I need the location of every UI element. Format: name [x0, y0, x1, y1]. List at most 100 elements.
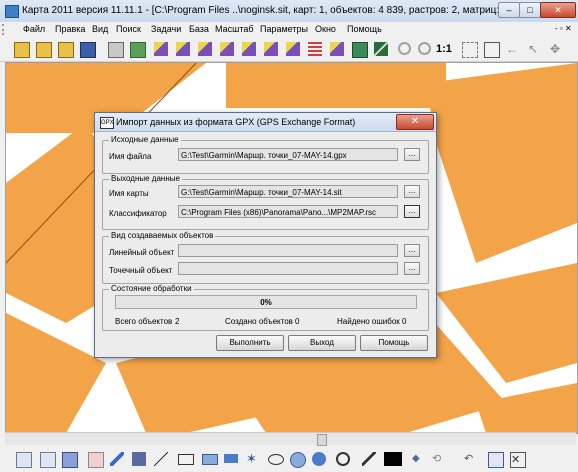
window-title: Карта 2011 версия 11.11.1 - [C:\Program …	[22, 5, 511, 16]
line-object-field[interactable]	[178, 244, 398, 257]
wand-d-icon	[242, 42, 256, 56]
minimize-button[interactable]: –	[498, 2, 520, 18]
arrows-button[interactable]: ◆	[410, 450, 428, 468]
delete-x-icon: ✕	[510, 452, 526, 468]
horizontal-scrollbar[interactable]	[5, 432, 576, 446]
dialog-close-button[interactable]: ✕	[396, 114, 434, 130]
menu-edit[interactable]: Правка	[52, 23, 88, 35]
rectangle-outline-button[interactable]	[176, 450, 194, 468]
menu-scale[interactable]: Масштаб	[212, 23, 257, 35]
pan-icon: ✥	[550, 42, 561, 56]
file-name-field[interactable]: G:\Test\Garmin\Маршр. точки_07-MAY-14.gp…	[178, 148, 398, 161]
circle-blue-button[interactable]	[310, 450, 328, 468]
table-icon	[352, 42, 368, 58]
pencil-icon	[110, 452, 124, 466]
maximize-button[interactable]: □	[519, 2, 541, 18]
file-browse-button[interactable]: ...	[404, 148, 420, 161]
ellipse-outline-button[interactable]	[266, 450, 284, 468]
classifier-browse-button[interactable]: ...	[404, 205, 420, 218]
mdi-window-controls[interactable]: - ▫ ✕	[555, 24, 575, 36]
pencil-button[interactable]	[108, 450, 126, 468]
delete-button[interactable]: ✕	[508, 450, 526, 468]
object-select-e-button[interactable]	[262, 40, 280, 58]
total-objects-label: Всего объектов	[115, 317, 173, 326]
object-select-c-button[interactable]	[218, 40, 236, 58]
pan-button[interactable]: ✥	[548, 40, 566, 58]
zoom-out-button[interactable]	[416, 40, 434, 58]
menu-search[interactable]: Поиск	[113, 23, 144, 35]
map-name-label: Имя карты	[109, 189, 149, 198]
fit-window-button[interactable]	[482, 40, 500, 58]
paste-object-button[interactable]	[38, 450, 56, 468]
object-select-button[interactable]	[152, 40, 170, 58]
line-button[interactable]	[152, 450, 170, 468]
color-swatch-icon	[384, 452, 402, 466]
gpx-import-dialog: GPX Импорт данных из формата GPX (GPS Ex…	[94, 112, 437, 358]
object-select-a-button[interactable]	[174, 40, 192, 58]
save-button[interactable]	[78, 40, 96, 58]
zoom-region-button[interactable]	[460, 40, 478, 58]
target-button[interactable]	[334, 450, 352, 468]
zoom-in-button[interactable]	[396, 40, 414, 58]
menu-parameters[interactable]: Параметры	[257, 23, 311, 35]
rotate-button[interactable]: ⟲	[430, 450, 448, 468]
total-objects-value: 2	[175, 317, 180, 326]
menu-view[interactable]: Вид	[89, 23, 111, 35]
star-icon: ✶	[246, 451, 257, 466]
scrollbar-thumb[interactable]	[317, 434, 327, 446]
color-swatch-button[interactable]	[382, 450, 404, 468]
arrow-left-icon: ←	[506, 42, 518, 56]
created-objects-label: Создано объектов	[225, 317, 293, 326]
transform-button[interactable]	[486, 450, 504, 468]
edit-objects-button[interactable]	[328, 40, 346, 58]
line-object-browse-button[interactable]: ...	[404, 244, 420, 257]
menu-file[interactable]: Файл	[20, 23, 48, 35]
menu-window[interactable]: Окно	[312, 23, 339, 35]
circle-fill-button[interactable]	[288, 450, 306, 468]
object-select-d-button[interactable]	[240, 40, 258, 58]
close-window-button[interactable]: ✕	[540, 2, 576, 18]
table-button[interactable]	[350, 40, 368, 58]
fill-button[interactable]	[130, 450, 148, 468]
rectangle-blue-icon	[224, 454, 238, 463]
point-object-field[interactable]	[178, 262, 398, 275]
rectangle-fill-button[interactable]	[200, 450, 218, 468]
open-map-button[interactable]	[34, 40, 52, 58]
move-icon	[62, 452, 78, 468]
pipette-icon	[362, 452, 376, 466]
lightning-button[interactable]	[372, 40, 390, 58]
eraser-icon	[88, 452, 104, 468]
object-select-f-button[interactable]	[284, 40, 302, 58]
open-layers-button[interactable]	[56, 40, 74, 58]
menu-database[interactable]: База	[186, 23, 212, 35]
rectangle-blue-button[interactable]	[222, 450, 240, 468]
app-icon	[5, 5, 19, 18]
help-button[interactable]: Помощь	[360, 335, 428, 351]
classifier-field[interactable]: C:\Program Files (x86)\Panorama\Pano...\…	[178, 205, 398, 218]
map-browse-button[interactable]: ...	[404, 185, 420, 198]
copy-object-button[interactable]	[14, 450, 32, 468]
cursor-icon: ↖	[528, 42, 539, 56]
pointer-button[interactable]: ↖	[526, 40, 544, 58]
menu-help[interactable]: Помощь	[344, 23, 385, 35]
star-button[interactable]: ✶	[244, 450, 262, 468]
move-object-button[interactable]	[60, 450, 78, 468]
undo-button[interactable]: ↶	[462, 450, 480, 468]
layers-button[interactable]	[128, 40, 146, 58]
scale-1-1-button[interactable]: 1:1	[436, 40, 454, 58]
object-list-button[interactable]	[306, 40, 324, 58]
open-folder-button[interactable]	[12, 40, 30, 58]
menu-tasks[interactable]: Задачи	[148, 23, 184, 35]
menu-grip	[2, 24, 11, 35]
map-name-field[interactable]: G:\Test\Garmin\Маршр. точки_07-MAY-14.si…	[178, 185, 398, 198]
object-select-b-button[interactable]	[196, 40, 214, 58]
undo-icon: ↶	[464, 453, 474, 465]
exit-button[interactable]: Выход	[288, 335, 356, 351]
back-button[interactable]: ←	[504, 40, 522, 58]
pipette-button[interactable]	[360, 450, 378, 468]
point-object-browse-button[interactable]: ...	[404, 262, 420, 275]
eraser-button[interactable]	[86, 450, 104, 468]
print-button[interactable]	[106, 40, 124, 58]
arrows-icon: ◆	[412, 453, 420, 464]
run-button[interactable]: Выполнить	[216, 335, 284, 351]
